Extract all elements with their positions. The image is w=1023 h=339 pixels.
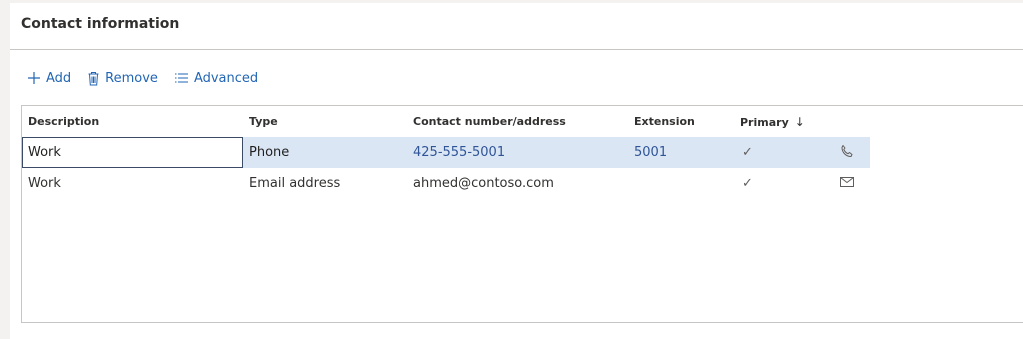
advanced-label: Advanced (193, 70, 259, 86)
description-cell[interactable]: Work (22, 137, 243, 168)
contact-cell[interactable]: ahmed@contoso.com (407, 168, 628, 199)
sort-descending-icon: ↓ (794, 114, 805, 129)
mail-icon (840, 177, 854, 187)
grid-toolbar: Add Remove Advanced (10, 67, 274, 89)
panel-title: Contact information (21, 16, 180, 32)
contact-cell[interactable]: 425-555-5001 (407, 137, 628, 168)
add-label: Add (46, 70, 72, 86)
column-header-extension[interactable]: Extension (628, 106, 734, 137)
primary-cell[interactable]: ✓ (734, 168, 834, 199)
extension-cell[interactable]: 5001 (628, 137, 734, 168)
description-cell[interactable]: Work (22, 168, 243, 199)
table-row[interactable]: Work Phone 425-555-5001 5001 ✓ (22, 137, 870, 168)
add-button[interactable]: Add (27, 71, 71, 86)
column-header-icon (834, 106, 870, 137)
phone-icon (840, 144, 854, 158)
extension-cell[interactable] (628, 168, 734, 199)
type-cell[interactable]: Email address (243, 168, 407, 199)
column-header-type[interactable]: Type (243, 106, 407, 137)
grid-divider (870, 105, 1023, 106)
remove-button[interactable]: Remove (87, 71, 158, 86)
primary-cell[interactable]: ✓ (734, 137, 834, 168)
advanced-button[interactable]: Advanced (174, 71, 258, 86)
column-header-contact[interactable]: Contact number/address (407, 106, 628, 137)
checkmark-icon: ✓ (742, 145, 753, 160)
table-row[interactable]: Work Email address ahmed@contoso.com ✓ (22, 168, 870, 199)
type-icon-cell (834, 137, 870, 168)
column-header-primary[interactable]: Primary ↓ (734, 106, 834, 137)
contact-grid: Description Type Contact number/address … (21, 105, 1023, 323)
checkmark-icon: ✓ (742, 176, 753, 191)
trash-icon (87, 71, 100, 86)
column-header-description[interactable]: Description (22, 106, 243, 137)
type-cell[interactable]: Phone (243, 137, 407, 168)
contact-information-panel: Contact information Add Remove Advanced (10, 3, 1023, 339)
remove-label: Remove (105, 70, 158, 86)
list-icon (174, 72, 189, 84)
primary-header-label: Primary (740, 115, 789, 129)
panel-header: Contact information (10, 3, 1023, 50)
table-header-row: Description Type Contact number/address … (22, 106, 870, 137)
type-icon-cell (834, 168, 870, 199)
plus-icon (27, 71, 41, 85)
contact-table: Description Type Contact number/address … (22, 106, 870, 199)
